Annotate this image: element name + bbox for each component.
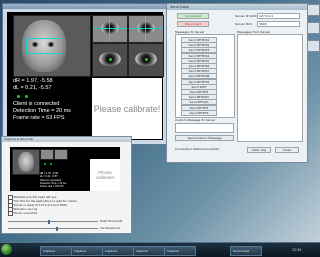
tracker-titlebar[interactable] [3, 4, 167, 9]
mini-stats: dR = 1.97, -5.58 dL = 0.21, -5.57 Client… [40, 172, 66, 188]
server-titlebar[interactable]: Send Gaze [167, 4, 307, 10]
face-camera-view [13, 15, 91, 77]
capture-preview: dR = 1.97, -5.58 dL = 0.21, -5.57 Client… [10, 147, 120, 191]
mini-calibration-panel[interactable]: Please calibrate! [90, 159, 120, 191]
start-button[interactable] [1, 244, 12, 255]
calibration-panel[interactable]: Please calibrate! [92, 78, 162, 139]
stat-framerate: Frame rate = 63 FPS [13, 115, 65, 121]
taskbar-item[interactable]: Capture [71, 246, 103, 256]
option-label: Client connected [13, 211, 38, 216]
crosshair [145, 16, 146, 42]
pupil-threshold-slider[interactable] [8, 219, 98, 224]
left-eye-view [128, 15, 164, 43]
stat-client: Client is connected [13, 101, 60, 107]
desktop-icon[interactable] [306, 4, 320, 16]
message-button[interactable]: Send SETPOS [181, 109, 217, 116]
right-eye-marker [47, 42, 55, 47]
tracker-video-area: dR = 1.97, -5.58 dL = 0.21, -5.57 Client… [7, 12, 164, 140]
stat-detection: Detection Time = 20 ms [13, 108, 71, 114]
tracker-stats: dR = 1.97, -5.58 dL = 0.21, -5.57 Client… [13, 78, 91, 122]
gaze-dot-left [17, 95, 20, 98]
custom-message-label: Custom Message To Server [175, 118, 216, 122]
slider-knob[interactable] [56, 226, 58, 231]
pupil-dot [109, 58, 112, 61]
stat-dr: dR = 1.97, -5.58 [13, 78, 53, 84]
close-button[interactable]: Close [275, 147, 299, 153]
server-log[interactable] [237, 34, 303, 142]
gaze-dots [13, 92, 91, 101]
connected-button[interactable]: Connected [177, 13, 209, 19]
disconnect-button[interactable]: Disconnect [177, 21, 209, 27]
taskbar-clock[interactable]: 12:34 [292, 246, 301, 254]
left-pupil-view [128, 43, 164, 77]
crosshair [109, 16, 110, 42]
server-ip-field[interactable]: 127.0.0.1 [257, 13, 300, 19]
mini-eye-view [54, 149, 68, 160]
gaze-dot-right [25, 95, 28, 98]
gaze-dot [50, 163, 52, 165]
slider-knob[interactable] [48, 219, 50, 224]
checkbox[interactable] [8, 211, 13, 216]
taskbar-item[interactable]: Capture [164, 246, 196, 256]
connection-status-value: Connected [203, 147, 220, 151]
taskbar-item[interactable]: Capture [102, 246, 134, 256]
desktop-icon[interactable] [306, 22, 320, 34]
crosshair [129, 28, 163, 29]
taskbar-item[interactable]: Capture [133, 246, 165, 256]
right-pupil-view [92, 43, 128, 77]
capture-window: Capture & Recorder dR = 1.97, -5.58 dL =… [1, 136, 132, 234]
server-port-label: Server Port [235, 22, 252, 26]
face-image [18, 152, 34, 172]
left-eye-marker [31, 42, 39, 47]
taskbar-item[interactable]: Send Gaze [230, 246, 262, 256]
iris-threshold-slider[interactable] [8, 226, 98, 231]
right-eye-view [92, 15, 128, 43]
crosshair [93, 28, 127, 29]
send-custom-button[interactable]: Send Custom Message [175, 135, 234, 141]
iris-threshold-label: Iris threshold [100, 226, 120, 230]
capture-titlebar[interactable]: Capture & Recorder [2, 137, 131, 142]
clear-log-button[interactable]: Clear Log [247, 147, 271, 153]
custom-message-input[interactable] [175, 123, 234, 133]
mini-stat: Frame rate = 63 FPS [40, 185, 64, 189]
connection-status-label: Connection Status [175, 147, 203, 151]
server-window: Send Gaze Connected Disconnect Server IP… [166, 3, 308, 163]
taskbar: Capture Capture Capture Capture Capture … [0, 242, 320, 257]
taskbar-item[interactable]: Capture [40, 246, 72, 256]
mini-face-view [12, 149, 40, 175]
pupil-threshold-label: Pupil threshold [100, 219, 123, 223]
server-port-field[interactable]: 3000 [257, 21, 300, 27]
stat-dl: dL = 0.21, -5.57 [13, 85, 52, 91]
desktop-icon[interactable] [306, 40, 320, 52]
pupil-dot [145, 58, 148, 61]
option-row[interactable]: Client connected [8, 211, 37, 216]
mini-eye-view [40, 149, 54, 160]
tracker-window: dR = 1.97, -5.58 dL = 0.21, -5.57 Client… [2, 3, 168, 145]
gaze-dot [44, 163, 46, 165]
